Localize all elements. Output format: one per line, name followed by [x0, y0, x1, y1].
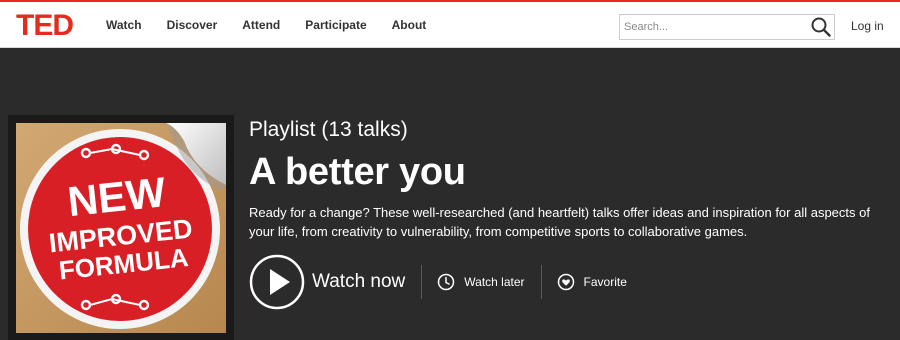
action-divider — [540, 265, 542, 299]
new-improved-formula-sticker-image: NEW IMPROVED FORMULA — [16, 123, 226, 333]
search-icon[interactable] — [810, 16, 832, 38]
watch-now-button[interactable]: Watch now — [249, 254, 405, 310]
heart-icon — [557, 273, 574, 291]
login-link[interactable]: Log in — [851, 19, 884, 33]
main-nav: Watch Discover Attend Participate About — [106, 2, 451, 48]
clock-icon — [438, 273, 455, 291]
search-input[interactable] — [624, 18, 810, 36]
playlist-title: A better you — [249, 151, 466, 193]
playlist-actions: Watch now Watch later Favorite — [249, 254, 627, 310]
nav-item-discover[interactable]: Discover — [167, 18, 218, 32]
playlist-description: Ready for a change? These well-researche… — [249, 205, 870, 239]
playlist-count: Playlist (13 talks) — [249, 118, 408, 141]
nav-item-watch[interactable]: Watch — [106, 18, 142, 32]
nav-item-attend[interactable]: Attend — [242, 18, 280, 32]
ted-logo[interactable]: TED — [16, 11, 74, 41]
watch-later-label: Watch later — [464, 275, 525, 289]
watch-now-label: Watch now — [312, 271, 406, 292]
top-navigation-bar: TED Watch Discover Attend Participate Ab… — [0, 0, 900, 48]
favorite-button[interactable]: Favorite — [557, 273, 627, 291]
play-icon — [249, 254, 305, 310]
watch-later-button[interactable]: Watch later — [437, 273, 525, 291]
playlist-hero: NEW IMPROVED FORMULA Playlist (13 talks)… — [0, 49, 900, 340]
playlist-thumbnail[interactable]: NEW IMPROVED FORMULA — [8, 115, 234, 340]
nav-item-about[interactable]: About — [392, 18, 427, 32]
search-box — [619, 14, 835, 40]
action-divider — [421, 265, 423, 299]
favorite-label: Favorite — [583, 275, 627, 289]
nav-item-participate[interactable]: Participate — [305, 18, 366, 32]
